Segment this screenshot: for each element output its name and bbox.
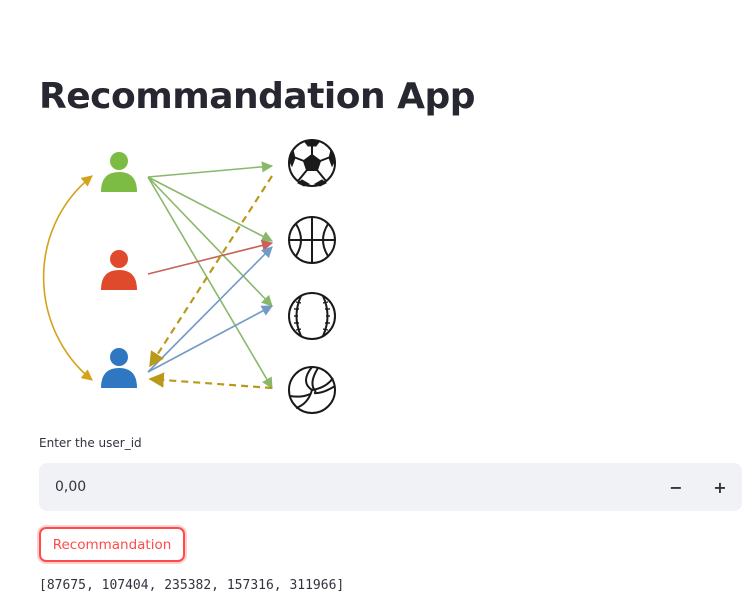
user-red-icon	[101, 250, 137, 290]
basketball-icon	[288, 216, 336, 264]
recommendation-button[interactable]: Recommandation	[39, 527, 185, 562]
app-page: Recommandation App Enter the user_id 0,0…	[0, 0, 750, 607]
similarity-arrow	[42, 175, 93, 381]
user-id-label: Enter the user_id	[39, 436, 142, 450]
green-user-edges	[147, 161, 274, 389]
decrement-button[interactable]: −	[654, 463, 698, 511]
user-id-number-input: 0,00 − +	[39, 463, 742, 511]
volleyball-icon	[288, 366, 336, 414]
increment-button[interactable]: +	[698, 463, 742, 511]
recommendation-result: [87675, 107404, 235382, 157316, 311966]	[39, 578, 345, 593]
baseball-icon	[288, 292, 336, 340]
recommendation-diagram	[42, 139, 336, 414]
soccer-ball-icon	[288, 139, 336, 187]
red-user-edge	[147, 240, 274, 275]
user-blue-icon	[101, 348, 137, 388]
blue-user-edges	[147, 246, 273, 373]
user-id-field[interactable]: 0,00	[39, 479, 654, 495]
user-green-icon	[101, 152, 137, 192]
page-title: Recommandation App	[39, 76, 476, 117]
